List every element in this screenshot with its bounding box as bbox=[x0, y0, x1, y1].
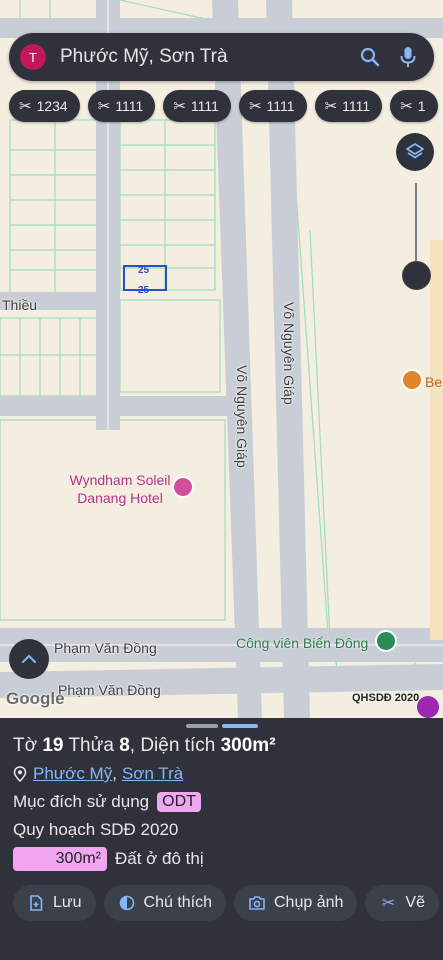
area-label: Diện tích bbox=[140, 735, 216, 756]
plot-number-label: 25 bbox=[138, 265, 150, 276]
street-label: Thiều bbox=[2, 297, 38, 313]
measure-chip[interactable]: ✂ 1111 bbox=[314, 90, 383, 122]
overlay-label: QHSDĐ 2020 bbox=[352, 692, 420, 704]
capture-button-label: Chụp ảnh bbox=[274, 894, 344, 911]
expand-button[interactable] bbox=[9, 639, 49, 679]
cafe-label[interactable]: Be bbox=[425, 374, 442, 390]
to-value: 19 bbox=[42, 735, 64, 756]
ruler-icon: ✂ bbox=[19, 98, 32, 115]
search-bar[interactable]: T Phước Mỹ, Sơn Trà bbox=[9, 33, 434, 81]
thua-value: 8 bbox=[119, 735, 130, 756]
land-use-label: Mục đích sử dụng bbox=[13, 792, 150, 811]
measure-chip[interactable]: ✂ 1111 bbox=[238, 90, 307, 122]
cafe-icon[interactable] bbox=[401, 369, 423, 391]
street-label: Phạm Văn Đồng bbox=[58, 682, 161, 698]
chip-label: 1111 bbox=[115, 98, 144, 114]
location-row: Phước Mỹ, Sơn Trà bbox=[13, 764, 183, 784]
save-button[interactable]: Lưu bbox=[13, 885, 96, 921]
action-buttons: Lưu Chú thích Chụp ảnh ✂ Vẽ bbox=[13, 885, 439, 921]
thua-label: Thửa bbox=[68, 735, 114, 756]
to-label: Tờ bbox=[13, 735, 38, 756]
measure-chip[interactable]: ✂ 1 bbox=[390, 90, 438, 122]
search-input[interactable]: Phước Mỹ, Sơn Trà bbox=[60, 46, 358, 68]
save-button-label: Lưu bbox=[53, 894, 82, 911]
measure-chip[interactable]: ✂ 1111 bbox=[163, 90, 231, 122]
ruler-icon: ✂ bbox=[248, 98, 262, 115]
ruler-icon: ✂ bbox=[173, 98, 186, 115]
park-label[interactable]: Công viên Biển Đông bbox=[236, 635, 368, 651]
plan-area-description: Đất ở đô thị bbox=[115, 849, 204, 868]
street-label: Phạm Văn Đồng bbox=[54, 640, 157, 656]
save-icon bbox=[27, 895, 45, 911]
ruler-icon: ✂ bbox=[324, 98, 338, 115]
google-logo: Google bbox=[6, 689, 65, 708]
parcel-info-sheet: Tờ 19 Thửa 8, Diện tích 300m² Phước Mỹ, … bbox=[0, 718, 443, 960]
plan-area-badge: 300m² bbox=[13, 847, 107, 871]
microphone-icon[interactable] bbox=[396, 45, 420, 69]
plan-label: Quy hoạch SDĐ 2020 bbox=[13, 820, 179, 839]
parcel-summary: Tờ 19 Thửa 8, Diện tích 300m² bbox=[13, 735, 276, 756]
legend-button-label: Chú thích bbox=[143, 894, 212, 911]
land-use-badge[interactable]: ODT bbox=[157, 792, 201, 812]
park-icon[interactable] bbox=[375, 630, 397, 652]
chip-label: 1111 bbox=[342, 98, 371, 114]
draw-button[interactable]: ✂ Vẽ bbox=[365, 885, 439, 921]
capture-button[interactable]: Chụp ảnh bbox=[234, 885, 358, 921]
chip-label: 1 bbox=[417, 98, 426, 114]
ward-link[interactable]: Phước Mỹ bbox=[33, 764, 112, 784]
location-pin-icon bbox=[13, 766, 27, 782]
chip-label: 1111 bbox=[190, 98, 219, 114]
legend-button[interactable]: Chú thích bbox=[103, 885, 226, 921]
chip-label: 1111 bbox=[266, 98, 295, 114]
ruler-icon: ✂ bbox=[97, 98, 111, 115]
hotel-icon[interactable] bbox=[172, 476, 194, 498]
plan-area-row: 300m² Đất ở đô thị bbox=[13, 847, 204, 871]
chevron-up-icon bbox=[22, 654, 36, 663]
chip-label: 1234 bbox=[36, 98, 68, 114]
area-value: 300m² bbox=[220, 735, 276, 756]
land-use-row: Mục đích sử dụng ODT bbox=[13, 792, 201, 812]
draw-button-label: Vẽ bbox=[405, 894, 425, 911]
camera-icon bbox=[248, 895, 266, 911]
district-link[interactable]: Sơn Trà bbox=[122, 764, 183, 784]
ruler-icon: ✂ bbox=[381, 895, 396, 912]
hotel-label[interactable]: Wyndham Soleil Danang Hotel bbox=[60, 471, 180, 507]
street-label: Võ Nguyên Giáp bbox=[234, 365, 250, 468]
avatar[interactable]: T bbox=[20, 44, 46, 70]
street-label: Võ Nguyên Giáp bbox=[281, 302, 297, 405]
measure-chips: ✂ 1234 ✂ 1111 ✂ 1111 ✂ 1111 ✂ 1111 ✂ 1 bbox=[9, 90, 438, 122]
layers-icon bbox=[406, 143, 424, 159]
opacity-slider-handle[interactable] bbox=[402, 261, 431, 290]
layers-button[interactable] bbox=[396, 133, 434, 171]
map-marker-icon[interactable] bbox=[417, 696, 439, 718]
ruler-icon: ✂ bbox=[400, 98, 413, 115]
legend-icon bbox=[118, 895, 136, 911]
map-view[interactable]: 25 25 Thiều Võ Nguyên Giáp Võ Nguyên Giá… bbox=[0, 0, 443, 718]
measure-chip[interactable]: ✂ 1111 bbox=[87, 90, 156, 122]
search-icon[interactable] bbox=[358, 45, 382, 69]
sheet-drag-handle[interactable] bbox=[186, 724, 258, 728]
plot-number-label: 25 bbox=[138, 285, 150, 296]
measure-chip[interactable]: ✂ 1234 bbox=[9, 90, 80, 122]
